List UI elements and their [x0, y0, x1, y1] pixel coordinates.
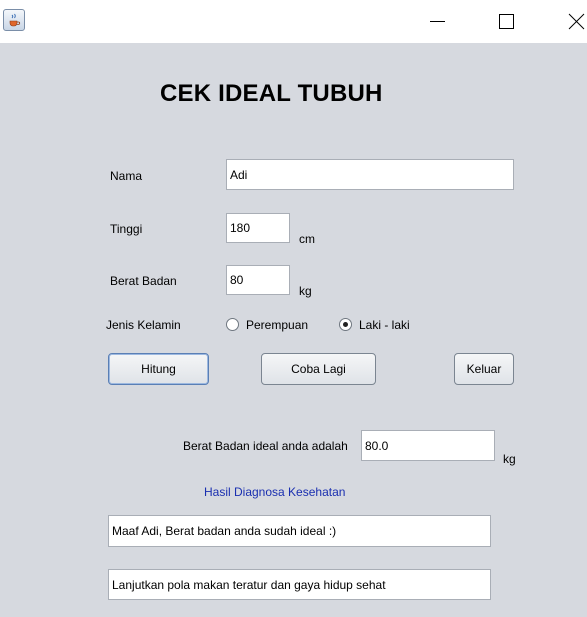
title-bar: [0, 0, 587, 43]
height-field[interactable]: [226, 213, 290, 243]
radio-perempuan-label[interactable]: Perempuan: [246, 318, 308, 332]
weight-field[interactable]: [226, 265, 290, 295]
ideal-weight-unit: kg: [503, 452, 516, 466]
radio-selected-dot: [343, 322, 348, 327]
java-cup-icon[interactable]: [3, 9, 25, 31]
maximize-icon: [499, 14, 514, 29]
minimize-icon: [430, 21, 445, 22]
hitung-button[interactable]: Hitung: [108, 353, 209, 385]
diagnosis-field-1[interactable]: [108, 515, 491, 547]
weight-unit: kg: [299, 284, 312, 298]
radio-perempuan[interactable]: [226, 318, 239, 331]
diagnosis-field-2[interactable]: [108, 569, 491, 600]
weight-label: Berat Badan: [110, 274, 177, 288]
minimize-button[interactable]: [414, 6, 460, 36]
coba-lagi-button[interactable]: Coba Lagi: [261, 353, 376, 385]
close-icon: [568, 13, 585, 30]
maximize-button[interactable]: [483, 6, 529, 36]
close-button[interactable]: [553, 6, 587, 36]
radio-laki-laki[interactable]: [339, 318, 352, 331]
ideal-weight-label: Berat Badan ideal anda adalah: [183, 439, 348, 453]
height-unit: cm: [299, 232, 315, 246]
height-label: Tinggi: [110, 222, 143, 236]
keluar-button[interactable]: Keluar: [454, 353, 514, 385]
page-title: CEK IDEAL TUBUH: [160, 80, 383, 107]
ideal-weight-field[interactable]: [361, 430, 495, 461]
name-label: Nama: [110, 169, 143, 183]
name-field[interactable]: [226, 159, 514, 190]
gender-label: Jenis Kelamin: [106, 318, 181, 332]
app-window: CEK IDEAL TUBUH Nama Tinggi cm Berat Bad…: [0, 0, 587, 617]
radio-laki-laki-label[interactable]: Laki - laki: [359, 318, 410, 332]
form-panel: CEK IDEAL TUBUH Nama Tinggi cm Berat Bad…: [0, 43, 587, 617]
diagnosis-title: Hasil Diagnosa Kesehatan: [204, 485, 346, 499]
